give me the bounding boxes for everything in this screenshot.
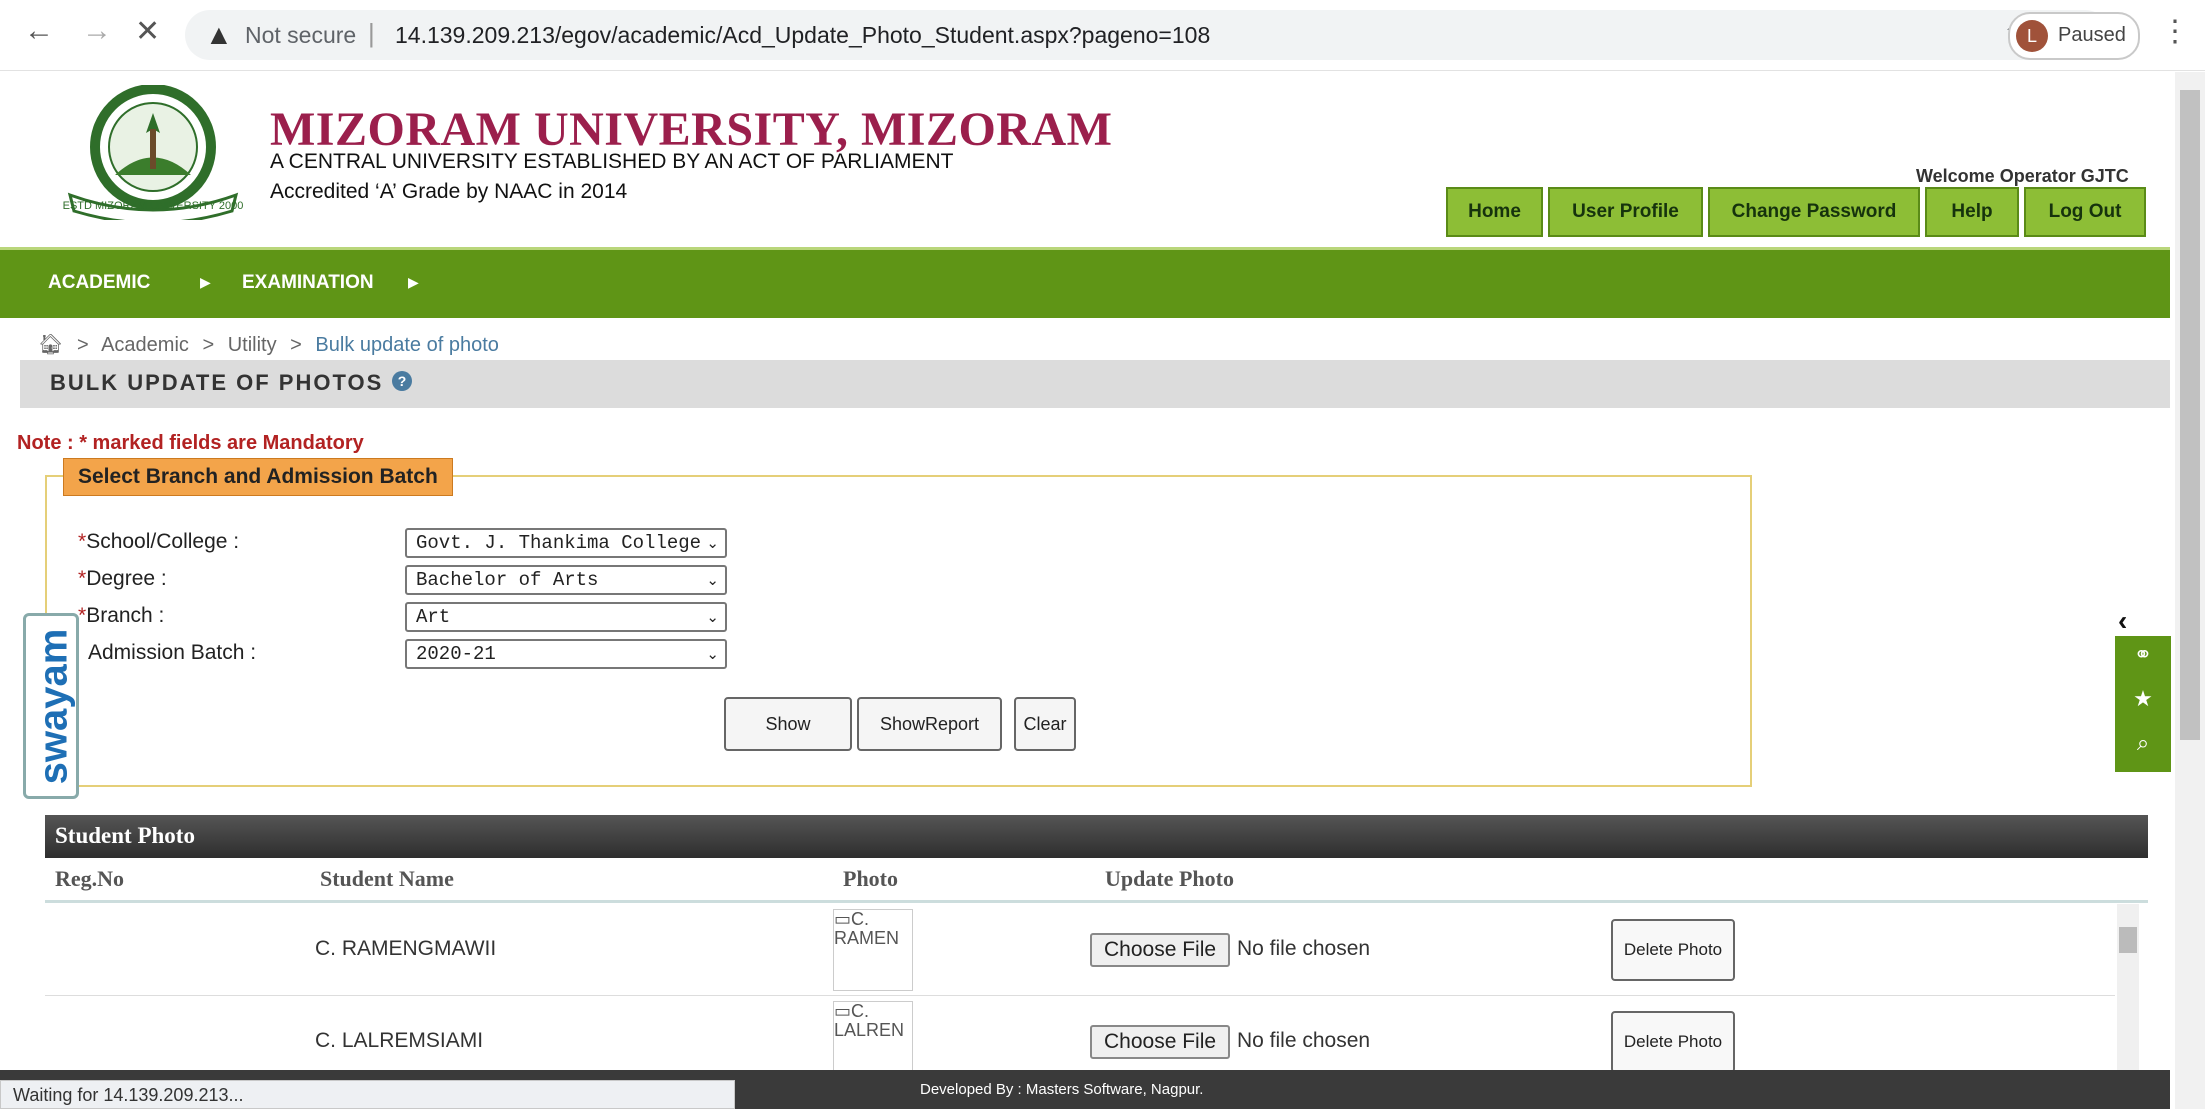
breadcrumb-utility[interactable]: Utility <box>228 334 277 356</box>
breadcrumb-separator: > <box>202 334 215 356</box>
chevron-down-icon: ⌄ <box>706 608 719 626</box>
star-icon[interactable]: ★ <box>2115 686 2171 712</box>
browser-status-bar: Waiting for 14.139.209.213... <box>0 1080 735 1109</box>
help-icon[interactable]: ? <box>392 371 412 391</box>
broken-image-icon: ▭ <box>834 1001 852 1021</box>
delete-photo-button[interactable]: Delete Photo <box>1611 1011 1735 1073</box>
browser-toolbar: ← → ✕ ▲ Not secure | 14.139.209.213/egov… <box>0 0 2205 71</box>
menu-arrow-icon: ▶ <box>408 274 419 290</box>
show-report-button[interactable]: ShowReport <box>857 697 1002 751</box>
user-profile-button[interactable]: User Profile <box>1548 187 1703 237</box>
student-photo-table: Student Photo Reg.No Student Name Photo … <box>45 815 2148 1088</box>
table-scrollbar-thumb[interactable] <box>2119 927 2137 953</box>
breadcrumb-current: Bulk update of photo <box>315 334 499 356</box>
delete-photo-button[interactable]: Delete Photo <box>1611 919 1735 981</box>
logout-button[interactable]: Log Out <box>2024 187 2146 237</box>
avatar: L <box>2016 20 2048 52</box>
chevron-down-icon: ⌄ <box>706 645 719 663</box>
address-separator: | <box>368 18 375 48</box>
stop-loading-icon[interactable]: ✕ <box>135 14 160 49</box>
branch-label: *Branch : <box>78 604 165 627</box>
footer-credit: Developed By : Masters Software, Nagpur. <box>920 1081 1204 1098</box>
breadcrumb-academic[interactable]: Academic <box>101 334 189 356</box>
breadcrumb-separator: > <box>76 334 89 356</box>
col-student-name: Student Name <box>320 866 454 891</box>
back-icon[interactable]: ← <box>24 14 54 48</box>
student-name-cell: C. RAMENGMAWII <box>315 937 497 960</box>
choose-file-button[interactable]: Choose File <box>1090 1025 1231 1059</box>
broken-image-icon: ▭ <box>834 909 852 929</box>
profile-button[interactable]: L Paused <box>2008 12 2140 60</box>
table-row: C. RAMENGMAWII ▭C. RAMEN Choose File No … <box>45 905 2115 996</box>
change-password-button[interactable]: Change Password <box>1708 187 1920 237</box>
student-photo: ▭C. RAMEN <box>833 909 913 991</box>
page-scrollbar-thumb[interactable] <box>2180 90 2200 740</box>
menu-arrow-icon: ▶ <box>200 274 211 290</box>
batch-select[interactable]: 2020-21 ⌄ <box>405 639 727 669</box>
quick-tools-panel: ⚭ ★ ⌕ <box>2115 636 2171 772</box>
browser-menu-icon[interactable]: ⋮ <box>2160 14 2190 49</box>
search-icon[interactable]: ⌕ <box>2115 730 2171 756</box>
profile-status: Paused <box>2058 24 2126 46</box>
show-button[interactable]: Show <box>724 697 852 751</box>
collapse-chevron-icon[interactable]: ‹ <box>2118 605 2127 637</box>
branch-select[interactable]: Art ⌄ <box>405 602 727 632</box>
accreditation-text: Accredited ‘A’ Grade by NAAC in 2014 <box>270 180 628 203</box>
school-label: *School/College : <box>78 530 240 553</box>
home-button[interactable]: Home <box>1446 187 1543 237</box>
swayam-widget[interactable]: swayam <box>23 613 79 799</box>
degree-label: *Degree : <box>78 567 167 590</box>
page-title-bar: BULK UPDATE OF PHOTOS ? <box>20 360 2170 408</box>
forward-icon[interactable]: → <box>82 14 112 48</box>
breadcrumb-separator: > <box>290 334 302 356</box>
menu-examination[interactable]: EXAMINATION <box>242 272 374 294</box>
table-header-row: Reg.No Student Name Photo Update Photo <box>45 858 2148 903</box>
col-reg-no: Reg.No <box>55 866 125 891</box>
swayam-label: swayam <box>31 628 76 785</box>
chevron-down-icon: ⌄ <box>706 571 719 589</box>
home-icon[interactable]: 🏠︎ <box>38 334 63 356</box>
table-caption-bar: Student Photo <box>45 815 2148 858</box>
mandatory-note: Note : * marked fields are Mandatory <box>17 432 364 454</box>
table-caption: Student Photo <box>55 823 195 848</box>
file-status: No file chosen <box>1237 1029 1371 1052</box>
clear-button[interactable]: Clear <box>1014 697 1076 751</box>
help-button[interactable]: Help <box>1925 187 2019 237</box>
url-text[interactable]: 14.139.209.213/egov/academic/Acd_Update_… <box>395 22 1210 49</box>
file-status: No file chosen <box>1237 937 1371 960</box>
security-label[interactable]: Not secure <box>245 22 356 49</box>
main-menu-bar: ACADEMIC ▶ EXAMINATION ▶ <box>0 247 2170 318</box>
svg-text:ESTD MIZORAM UNIVERSITY 2000: ESTD MIZORAM UNIVERSITY 2000 <box>63 200 244 212</box>
chevron-down-icon: ⌄ <box>706 534 719 552</box>
choose-file-button[interactable]: Choose File <box>1090 933 1231 967</box>
col-photo: Photo <box>843 866 898 891</box>
degree-select[interactable]: Bachelor of Arts ⌄ <box>405 565 727 595</box>
menu-academic[interactable]: ACADEMIC <box>48 272 150 294</box>
student-name-cell: C. LALREMSIAMI <box>315 1029 484 1052</box>
fieldset-legend: Select Branch and Admission Batch <box>63 458 453 496</box>
school-select[interactable]: Govt. J. Thankima College ⌄ <box>405 528 727 558</box>
col-update-photo: Update Photo <box>1105 866 1234 891</box>
warning-icon[interactable]: ▲ <box>205 19 233 51</box>
university-logo: ESTD MIZORAM UNIVERSITY 2000 <box>63 85 244 220</box>
breadcrumb: 🏠︎ > Academic > Utility > Bulk update of… <box>38 332 499 357</box>
batch-label: Admission Batch : <box>88 641 257 664</box>
welcome-text: Welcome Operator GJTC <box>1916 166 2129 186</box>
address-bar[interactable]: ▲ Not secure | 14.139.209.213/egov/acade… <box>185 10 2110 60</box>
university-subtitle: A CENTRAL UNIVERSITY ESTABLISHED BY AN A… <box>270 150 954 173</box>
page-title: BULK UPDATE OF PHOTOS <box>50 370 384 395</box>
university-title: MIZORAM UNIVERSITY, MIZORAM <box>270 103 1113 156</box>
link-icon[interactable]: ⚭ <box>2115 642 2171 668</box>
